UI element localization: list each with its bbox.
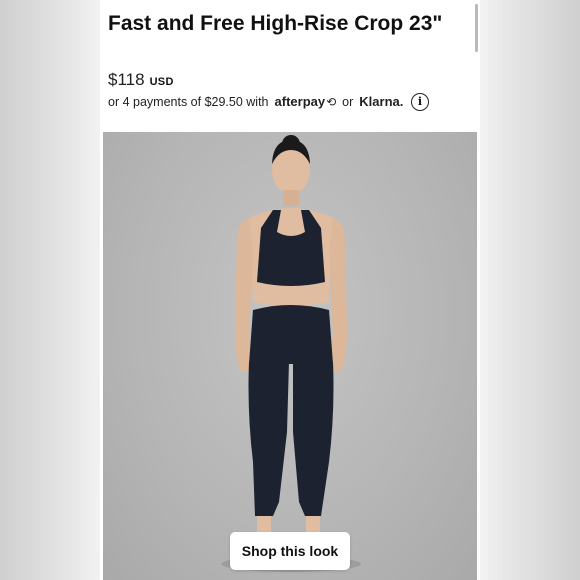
- shop-this-look-button[interactable]: Shop this look: [230, 532, 350, 570]
- klarna-logo[interactable]: Klarna.: [359, 94, 403, 109]
- leggings-left-leg: [248, 362, 289, 516]
- leggings-waistband: [249, 305, 333, 364]
- leggings-right-leg: [293, 362, 334, 516]
- installments-text: or 4 payments of $29.50 with: [108, 94, 269, 109]
- blurred-left-backdrop: [0, 0, 100, 580]
- afterpay-logo[interactable]: afterpay: [275, 94, 326, 109]
- product-title: Fast and Free High-Rise Crop 23": [108, 12, 443, 35]
- model-neck: [283, 190, 299, 206]
- product-price: $118: [108, 70, 145, 89]
- product-panel: Fast and Free High-Rise Crop 23" $118 US…: [100, 0, 480, 580]
- afterpay-loop-icon: ⟲: [326, 94, 337, 109]
- or-text: or: [342, 94, 354, 109]
- info-icon[interactable]: i: [411, 93, 429, 111]
- installment-payment-row: or 4 payments of $29.50 with afterpay ⟲ …: [108, 94, 438, 109]
- model-illustration: [221, 135, 361, 572]
- blurred-right-backdrop: [480, 0, 580, 580]
- price-currency: USD: [149, 76, 174, 88]
- scrollbar[interactable]: [475, 4, 478, 52]
- product-hero-image[interactable]: [103, 132, 477, 580]
- price-row: $118 USD: [108, 70, 174, 90]
